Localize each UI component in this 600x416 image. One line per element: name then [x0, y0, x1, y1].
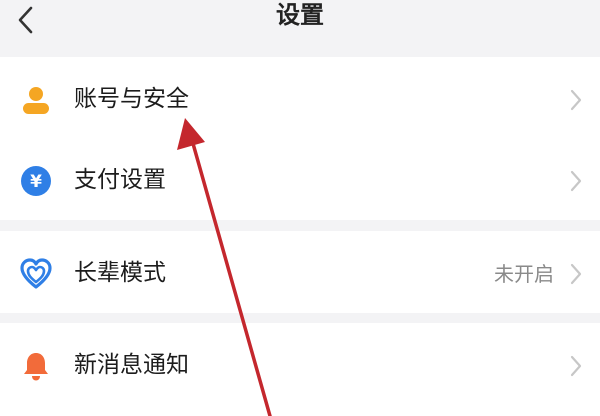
settings-item-new-message-notification[interactable]: 新消息通知: [0, 323, 600, 405]
top-bar: 设置: [0, 0, 600, 56]
user-icon: [23, 87, 49, 114]
page-title: 设置: [276, 1, 324, 29]
settings-group-account: 账号与安全 ¥ 支付设置: [0, 57, 600, 220]
settings-item-elder-mode[interactable]: 长辈模式 未开启: [0, 231, 600, 313]
yen-coin-icon: ¥: [21, 166, 51, 196]
settings-item-label: 新消息通知: [74, 352, 189, 378]
settings-group-elder: 长辈模式 未开启: [0, 231, 600, 313]
settings-item-payment[interactable]: ¥ 支付设置: [0, 138, 600, 220]
settings-item-account-security[interactable]: 账号与安全: [0, 57, 600, 139]
chevron-right-icon: [570, 355, 582, 377]
settings-item-label: 支付设置: [74, 167, 166, 193]
chevron-right-icon: [570, 89, 582, 111]
heart-icon: [20, 258, 52, 289]
chevron-right-icon: [570, 263, 582, 285]
settings-group-notifications: 新消息通知: [0, 323, 600, 416]
chevron-right-icon: [570, 170, 582, 192]
settings-item-label: 账号与安全: [74, 86, 189, 112]
status-value: 未开启: [494, 262, 554, 286]
settings-item-label: 长辈模式: [74, 260, 166, 286]
svg-text:¥: ¥: [30, 172, 42, 192]
bell-icon: [24, 353, 48, 381]
